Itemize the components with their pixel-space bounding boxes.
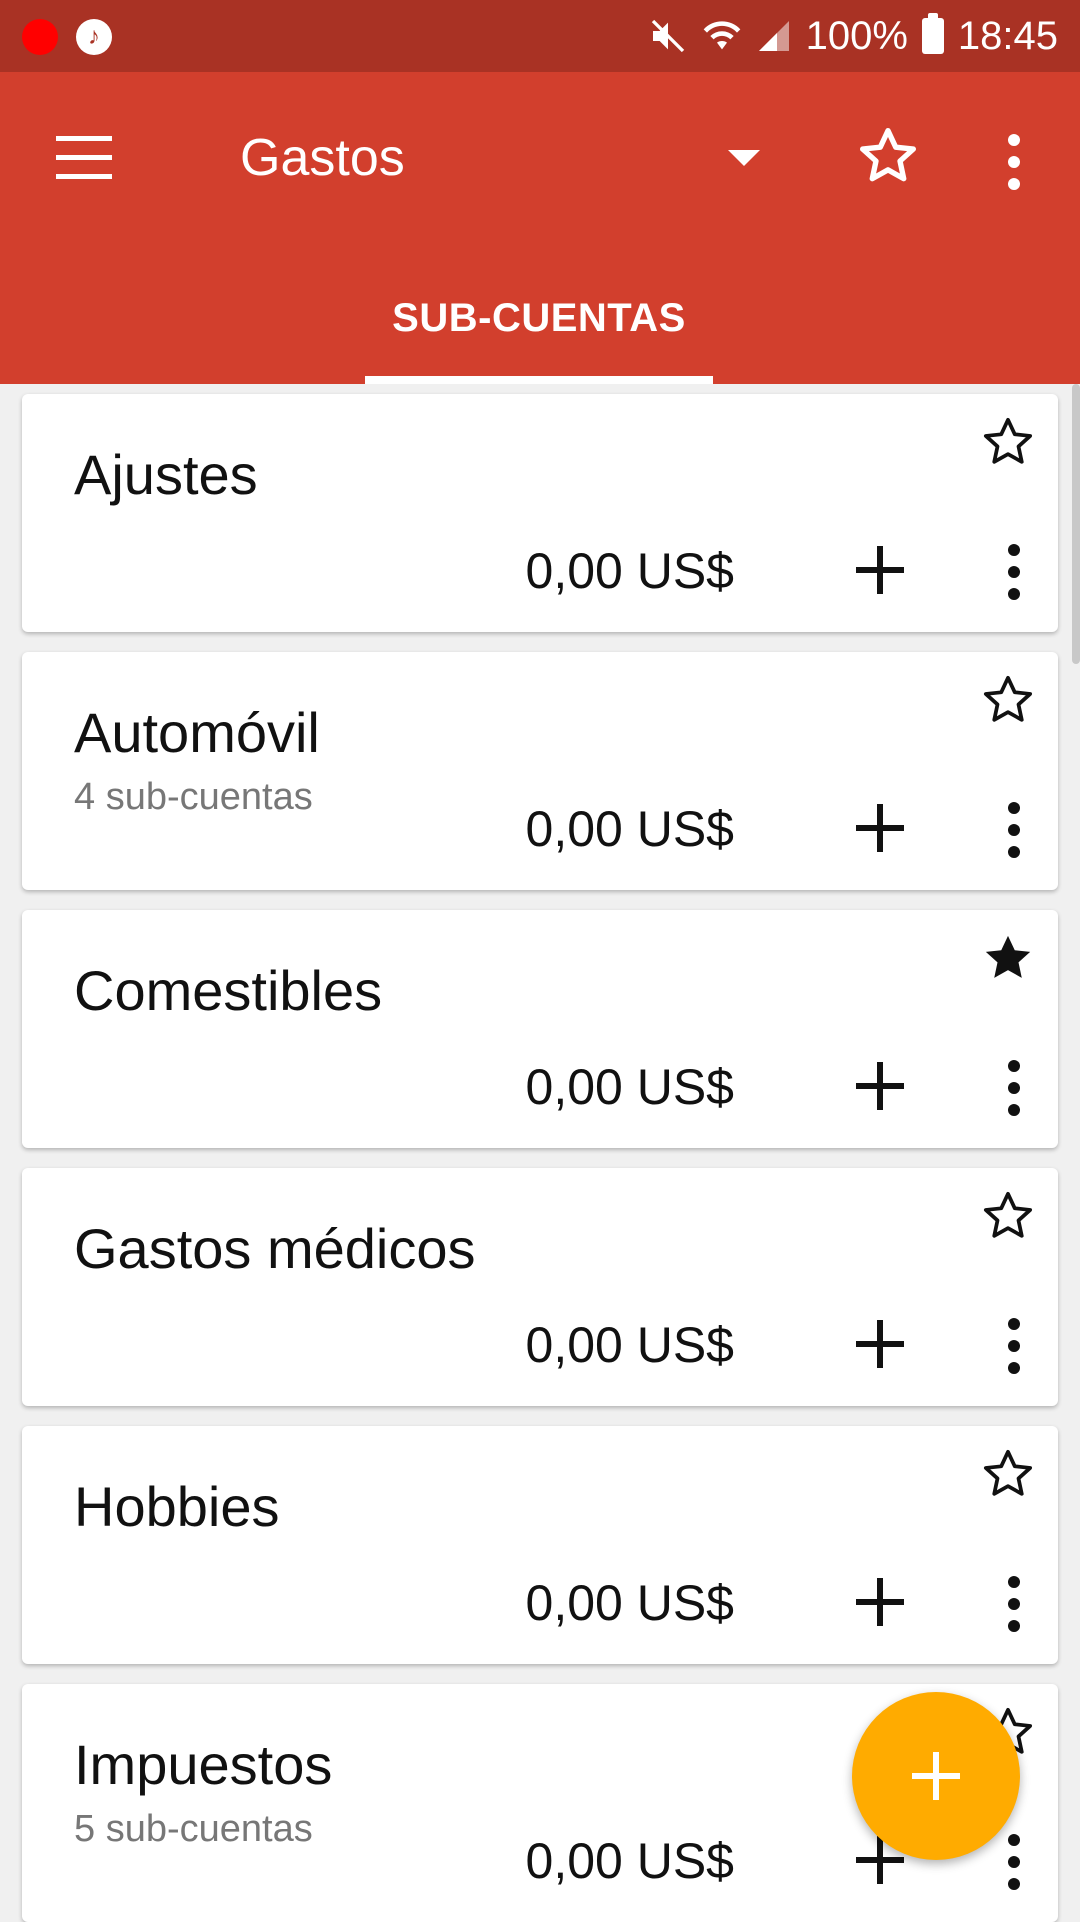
account-balance: 0,00 US$	[525, 1317, 734, 1373]
battery-percent: 100%	[805, 13, 908, 58]
account-card[interactable]: Gastos médicos 0,00 US$	[22, 1168, 1058, 1406]
app-bar: Gastos SUB-CUENTAS	[0, 72, 1080, 384]
menu-icon[interactable]	[56, 136, 112, 180]
star-outline-icon[interactable]	[980, 414, 1036, 470]
overflow-menu-icon[interactable]	[994, 1316, 1034, 1376]
signal-icon	[756, 18, 792, 54]
account-balance: 0,00 US$	[525, 1833, 734, 1889]
overflow-menu-icon[interactable]	[994, 1574, 1034, 1634]
add-transaction-icon[interactable]	[850, 798, 910, 858]
add-transaction-icon[interactable]	[850, 1314, 910, 1374]
account-name: Hobbies	[74, 1475, 280, 1538]
status-icons: 100% 18:45	[648, 0, 1058, 72]
dropdown-arrow-icon[interactable]	[728, 150, 760, 166]
account-card[interactable]: Ajustes 0,00 US$	[22, 394, 1058, 632]
status-bar: ♪ 100% 18:45	[0, 0, 1080, 72]
add-transaction-icon[interactable]	[850, 1056, 910, 1116]
wifi-icon	[702, 16, 742, 56]
account-name: Impuestos	[74, 1733, 333, 1796]
scrollbar[interactable]	[1072, 384, 1080, 664]
clock: 18:45	[957, 13, 1058, 58]
add-icon	[912, 1752, 960, 1800]
account-card[interactable]: Comestibles 0,00 US$	[22, 910, 1058, 1148]
account-balance: 0,00 US$	[525, 1575, 734, 1631]
star-outline-icon[interactable]	[980, 1446, 1036, 1502]
account-name: Ajustes	[74, 443, 258, 506]
account-card[interactable]: Automóvil 4 sub-cuentas 0,00 US$	[22, 652, 1058, 890]
add-transaction-icon[interactable]	[850, 1572, 910, 1632]
add-account-button[interactable]	[852, 1692, 1020, 1860]
tab-label: SUB-CUENTAS	[392, 296, 686, 340]
music-note-icon: ♪	[76, 19, 112, 55]
overflow-menu-icon[interactable]	[994, 542, 1034, 602]
sub-account-count: 5 sub-cuentas	[74, 1808, 313, 1850]
star-outline-icon[interactable]	[980, 1188, 1036, 1244]
record-dot-icon	[22, 19, 58, 55]
account-name: Gastos médicos	[74, 1217, 476, 1280]
sub-account-count: 4 sub-cuentas	[74, 776, 313, 818]
tab-sub-cuentas[interactable]: SUB-CUENTAS	[365, 276, 713, 384]
account-card[interactable]: Hobbies 0,00 US$	[22, 1426, 1058, 1664]
page-title[interactable]: Gastos	[240, 128, 405, 188]
star-outline-icon[interactable]	[980, 672, 1036, 728]
account-balance: 0,00 US$	[525, 543, 734, 599]
account-name: Automóvil	[74, 701, 320, 764]
battery-icon	[921, 13, 944, 54]
overflow-menu-icon[interactable]	[994, 1058, 1034, 1118]
mute-icon	[648, 16, 688, 56]
add-transaction-icon[interactable]	[850, 540, 910, 600]
overflow-menu-icon[interactable]	[994, 1832, 1034, 1892]
account-balance: 0,00 US$	[525, 801, 734, 857]
account-balance: 0,00 US$	[525, 1059, 734, 1115]
tab-indicator	[365, 376, 713, 384]
star-outline-icon[interactable]	[856, 124, 920, 188]
account-name: Comestibles	[74, 959, 383, 1022]
star-filled-icon[interactable]	[980, 930, 1036, 986]
overflow-menu-icon[interactable]	[994, 132, 1034, 192]
overflow-menu-icon[interactable]	[994, 800, 1034, 860]
